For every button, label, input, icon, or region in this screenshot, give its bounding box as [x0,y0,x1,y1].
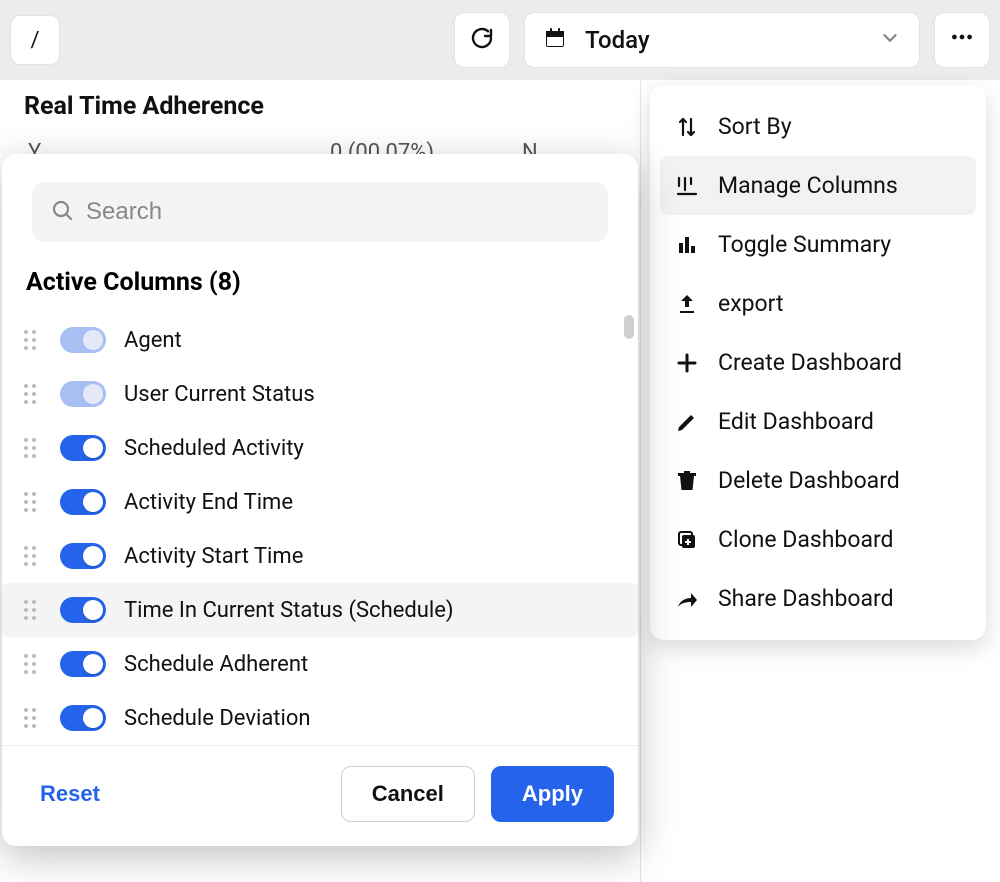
menu-item-share-dashboard[interactable]: Share Dashboard [660,569,976,628]
menu-item-sort-by[interactable]: Sort By [660,97,976,156]
column-toggle[interactable] [60,435,106,461]
date-range-label: Today [585,26,861,54]
drag-handle-icon[interactable] [24,654,42,674]
manage-columns-modal: Active Columns ( 8 ) Agent User Current S… [2,154,638,846]
column-row: Agent [2,313,638,367]
clone-icon [674,527,700,553]
drag-handle-icon[interactable] [24,384,42,404]
column-toggle [60,327,106,353]
drag-handle-icon[interactable] [24,708,42,728]
sort-icon [674,114,700,140]
reset-button[interactable]: Reset [26,771,114,817]
menu-item-label: Clone Dashboard [718,526,894,553]
more-horizontal-icon [949,24,975,57]
menu-item-label: Delete Dashboard [718,467,900,494]
column-label: Schedule Deviation [124,706,311,731]
refresh-icon [470,26,494,54]
trash-icon [674,468,700,494]
menu-item-manage-columns[interactable]: Manage Columns [660,156,976,215]
page-title-wrap: Real Time Adherence [24,92,264,121]
page-title: Real Time Adherence [24,92,264,121]
search-input[interactable] [86,198,590,226]
menu-item-label: Share Dashboard [718,585,894,612]
cancel-button[interactable]: Cancel [341,766,475,822]
drag-handle-icon[interactable] [24,330,42,350]
calendar-icon [543,26,567,54]
share-icon [674,586,700,612]
column-toggle[interactable] [60,543,106,569]
column-row: User Current Status [2,367,638,421]
menu-item-label: export [718,290,784,317]
column-row: Activity End Time [2,475,638,529]
column-toggle[interactable] [60,705,106,731]
column-toggle[interactable] [60,651,106,677]
column-toggle [60,381,106,407]
scrollbar-thumb[interactable] [624,315,634,339]
menu-item-export[interactable]: export [660,274,976,333]
menu-item-label: Edit Dashboard [718,408,874,435]
column-label: Activity Start Time [124,544,303,569]
menu-item-clone-dashboard[interactable]: Clone Dashboard [660,510,976,569]
menu-item-create-dashboard[interactable]: Create Dashboard [660,333,976,392]
column-row: Time In Current Status (Schedule) [2,583,638,637]
active-columns-count-close: ) [232,268,241,297]
date-range-selector[interactable]: Today [524,12,920,68]
more-menu-button[interactable] [934,12,990,68]
pencil-icon [674,409,700,435]
active-columns-count-open: ( [203,268,218,297]
active-columns-prefix: Active Columns [26,268,203,297]
menu-item-label: Toggle Summary [718,231,891,258]
column-label: Scheduled Activity [124,436,304,461]
column-toggle[interactable] [60,489,106,515]
column-label: Agent [124,328,182,353]
active-columns-header: Active Columns ( 8 ) [2,252,638,313]
menu-item-label: Create Dashboard [718,349,902,376]
column-label: Schedule Adherent [124,652,308,677]
plus-icon [674,350,700,376]
modal-footer: Reset Cancel Apply [2,745,638,846]
menu-item-toggle-summary[interactable]: Toggle Summary [660,215,976,274]
chevron-down-icon [879,27,901,53]
column-label: Activity End Time [124,490,293,515]
upload-icon [674,291,700,317]
menu-item-delete-dashboard[interactable]: Delete Dashboard [660,451,976,510]
top-toolbar: / Today [0,0,1000,80]
drag-handle-icon[interactable] [24,546,42,566]
drag-handle-icon[interactable] [24,600,42,620]
column-label: Time In Current Status (Schedule) [124,598,454,623]
vertical-divider [640,80,641,882]
chart-icon [674,232,700,258]
column-row: Schedule Adherent [2,637,638,691]
search-box[interactable] [32,182,608,242]
column-row: Schedule Deviation [2,691,638,745]
menu-item-label: Manage Columns [718,172,898,199]
search-icon [50,198,74,226]
breadcrumb-slash[interactable]: / [10,15,60,65]
refresh-button[interactable] [454,12,510,68]
columns-list: Agent User Current Status Scheduled Activi… [2,313,638,745]
column-row: Scheduled Activity [2,421,638,475]
menu-item-edit-dashboard[interactable]: Edit Dashboard [660,392,976,451]
drag-handle-icon[interactable] [24,438,42,458]
column-toggle[interactable] [60,597,106,623]
menu-item-label: Sort By [718,113,792,140]
drag-handle-icon[interactable] [24,492,42,512]
columns-icon [674,173,700,199]
active-columns-count: 8 [218,268,232,297]
column-row: Activity Start Time [2,529,638,583]
column-label: User Current Status [124,382,315,407]
apply-button[interactable]: Apply [491,766,614,822]
actions-menu: Sort By Manage Columns Toggle Summary ex… [650,85,986,640]
